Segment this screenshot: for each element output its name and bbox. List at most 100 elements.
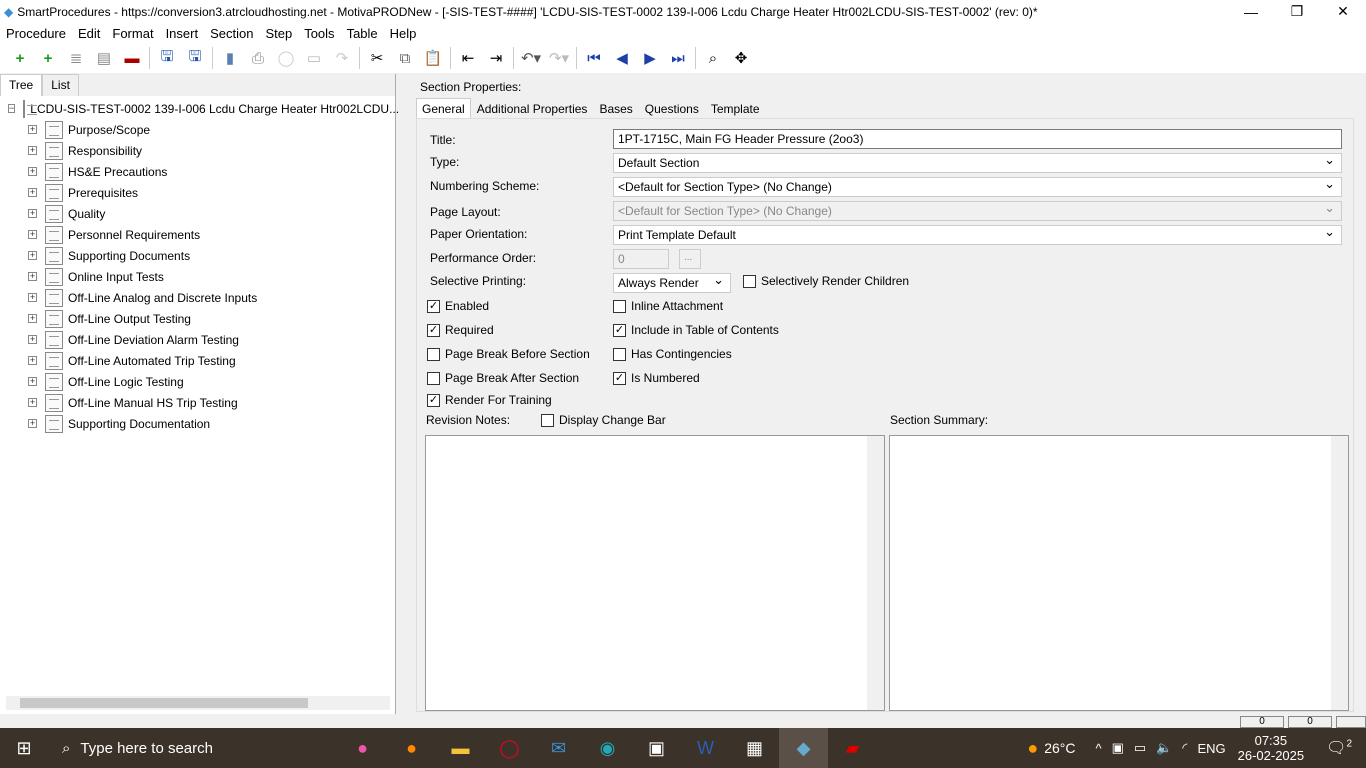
pb-before-checkbox[interactable]: Page Break Before Section — [427, 347, 590, 361]
expand-icon[interactable]: + — [28, 419, 37, 428]
checkbox-icon[interactable] — [541, 413, 554, 427]
app-icon[interactable]: ▦ — [730, 728, 779, 768]
copilot-icon[interactable]: ● — [338, 728, 387, 768]
tab-additional-properties[interactable]: Additional Properties — [471, 98, 594, 120]
volume-icon[interactable]: 🔈 — [1156, 740, 1172, 756]
last-icon[interactable]: ⏭ — [664, 46, 692, 70]
copy-icon[interactable]: ⧉ — [391, 46, 419, 70]
expand-icon[interactable]: + — [28, 146, 37, 155]
previous-icon[interactable]: ◀ — [608, 46, 636, 70]
tree-item[interactable]: + Off-Line Manual HS Trip Testing — [8, 392, 395, 413]
type-select[interactable]: Default Section — [613, 152, 1342, 173]
tree-root[interactable]: − LCDU-SIS-TEST-0002 139-I-006 Lcdu Charg… — [8, 98, 399, 119]
training-checkbox[interactable]: ✓ Render For Training — [427, 393, 552, 407]
revision-notes-textarea[interactable] — [425, 435, 885, 711]
tab-bases[interactable]: Bases — [593, 98, 638, 120]
expand-icon[interactable]: + — [28, 356, 37, 365]
tree-item[interactable]: + Off-Line Automated Trip Testing — [8, 350, 395, 371]
tree-item[interactable]: + Personnel Requirements — [8, 224, 395, 245]
edge-icon[interactable]: ◉ — [583, 728, 632, 768]
smartprocedures-icon[interactable]: ◆ — [779, 728, 828, 768]
opera-icon[interactable]: ◯ — [485, 728, 534, 768]
checkbox-icon[interactable] — [613, 347, 626, 361]
menu-insert[interactable]: Insert — [160, 26, 205, 41]
menu-tools[interactable]: Tools — [298, 26, 340, 41]
clock[interactable]: 07:35 26-02-2025 — [1238, 733, 1305, 763]
add-icon[interactable]: + — [6, 46, 34, 70]
sel-children-checkbox[interactable]: Selectively Render Children — [743, 274, 909, 288]
add-child-icon[interactable]: + — [34, 46, 62, 70]
next-icon[interactable]: ▶ — [636, 46, 664, 70]
start-icon[interactable]: ⊞ — [0, 728, 48, 768]
refresh-icon[interactable]: ◯ — [272, 46, 300, 70]
checkbox-icon[interactable]: ✓ — [427, 299, 440, 313]
meet-icon[interactable]: ▣ — [1112, 740, 1124, 756]
expand-icon[interactable]: + — [28, 188, 37, 197]
orientation-select[interactable]: Print Template Default — [613, 224, 1342, 245]
indent-icon[interactable]: ⇥ — [482, 46, 510, 70]
find-icon[interactable]: ⌕ — [699, 46, 727, 70]
menu-section[interactable]: Section — [204, 26, 259, 41]
menu-format[interactable]: Format — [106, 26, 159, 41]
order-browse-button[interactable]: ... — [679, 249, 701, 269]
vertical-scrollbar[interactable] — [867, 436, 884, 710]
collapse-icon[interactable]: − — [8, 104, 16, 113]
selective-select[interactable]: Always Render — [613, 272, 731, 293]
firefox-icon[interactable]: ● — [387, 728, 436, 768]
tree-item[interactable]: + Off-Line Logic Testing — [8, 371, 395, 392]
save-icon[interactable]: 🖫 — [181, 46, 209, 70]
tree-item[interactable]: + Prerequisites — [8, 182, 395, 203]
menu-procedure[interactable]: Procedure — [0, 26, 72, 41]
expand-icon[interactable]: + — [28, 377, 37, 386]
properties-icon[interactable]: ≣ — [62, 46, 90, 70]
expand-icon[interactable]: + — [28, 293, 37, 302]
section-summary-textarea[interactable] — [889, 435, 1349, 711]
pb-after-checkbox[interactable]: Page Break After Section — [427, 371, 579, 385]
tree-item[interactable]: + Online Input Tests — [8, 266, 395, 287]
save-all-icon[interactable]: 🖫 — [153, 46, 181, 70]
tree-item[interactable]: + HS&E Precautions — [8, 161, 395, 182]
preview-icon[interactable]: ▭ — [300, 46, 328, 70]
tree-item[interactable]: + Supporting Documentation — [8, 413, 395, 434]
cut-icon[interactable]: ✂ — [363, 46, 391, 70]
expand-icon[interactable]: + — [28, 251, 37, 260]
first-icon[interactable]: ⏮ — [580, 46, 608, 70]
checkbox-icon[interactable] — [613, 299, 626, 313]
file-explorer-icon[interactable]: ▬ — [436, 728, 485, 768]
menu-table[interactable]: Table — [341, 26, 384, 41]
battery-icon[interactable]: ▭ — [1134, 740, 1146, 756]
list-icon[interactable]: ▤ — [90, 46, 118, 70]
contingencies-checkbox[interactable]: Has Contingencies — [613, 347, 732, 361]
restore-button[interactable]: ❐ — [1274, 0, 1320, 23]
expand-icon[interactable]: + — [28, 230, 37, 239]
menu-step[interactable]: Step — [259, 26, 298, 41]
acrobat-icon[interactable]: ▰ — [828, 728, 877, 768]
tree-item[interactable]: + Quality — [8, 203, 395, 224]
chevron-up-icon[interactable]: ^ — [1096, 741, 1102, 756]
tree-item[interactable]: + Supporting Documents — [8, 245, 395, 266]
menu-help[interactable]: Help — [384, 26, 423, 41]
expand-icon[interactable]: + — [28, 167, 37, 176]
redo-dropdown-icon[interactable]: ↷▾ — [545, 46, 573, 70]
vertical-scrollbar[interactable] — [1331, 436, 1348, 710]
expand-icon[interactable]: + — [28, 272, 37, 281]
taskbar-search[interactable]: ⌕ Type here to search — [48, 728, 248, 768]
tab-general[interactable]: General — [416, 98, 471, 120]
expand-icon[interactable]: + — [28, 398, 37, 407]
horizontal-scrollbar[interactable] — [6, 696, 390, 710]
tree-item[interactable]: + Responsibility — [8, 140, 395, 161]
inline-checkbox[interactable]: Inline Attachment — [613, 299, 723, 313]
tree-item[interactable]: + Purpose/Scope — [8, 119, 395, 140]
tab-template[interactable]: Template — [705, 98, 766, 120]
expand-icon[interactable]: + — [28, 125, 37, 134]
expand-icon[interactable]: + — [28, 314, 37, 323]
app-icon[interactable]: ▣ — [632, 728, 681, 768]
tab-tree[interactable]: Tree — [0, 74, 43, 96]
numbered-checkbox[interactable]: ✓ Is Numbered — [613, 371, 700, 385]
tree-item[interactable]: + Off-Line Analog and Discrete Inputs — [8, 287, 395, 308]
delete-icon[interactable]: ▬ — [118, 46, 146, 70]
toc-checkbox[interactable]: ✓ Include in Table of Contents — [613, 323, 779, 337]
change-bar-checkbox[interactable]: Display Change Bar — [541, 413, 666, 427]
checkbox-icon[interactable]: ✓ — [427, 393, 440, 407]
expand-icon[interactable]: + — [28, 209, 37, 218]
